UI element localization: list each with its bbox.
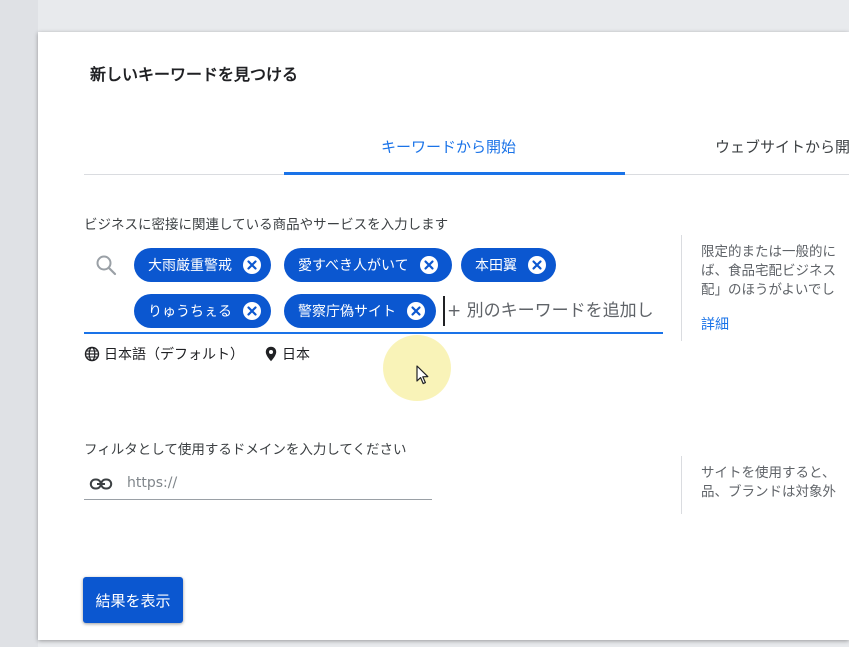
- close-circle-icon[interactable]: [419, 255, 439, 275]
- domain-url-input[interactable]: [127, 471, 427, 495]
- keyword-chip-label: 愛すべき人がいて: [298, 258, 409, 274]
- mouse-pointer-icon: [416, 365, 429, 385]
- location-pin-icon: [265, 346, 277, 362]
- help-line: ば、食品宅配ビジネス: [701, 263, 836, 279]
- language-selector[interactable]: 日本語（デフォルト）: [84, 344, 244, 364]
- help-line: サイトを使用すると、: [701, 465, 836, 481]
- tab-start-with-keywords[interactable]: キーワードから開始: [381, 136, 516, 157]
- keyword-chip[interactable]: りゅうちぇる: [134, 294, 271, 328]
- keyword-chip-label: 大雨厳重警戒: [148, 258, 232, 274]
- dialog-title: 新しいキーワードを見つける: [90, 65, 299, 84]
- help-line: 限定的または一般的に: [701, 244, 836, 260]
- keyword-chip-label: りゅうちぇる: [148, 304, 232, 320]
- help-divider: [681, 456, 682, 514]
- keyword-chip-label: 警察庁偽サイト: [298, 304, 396, 320]
- add-keyword-input[interactable]: [443, 296, 671, 326]
- close-circle-icon[interactable]: [242, 255, 262, 275]
- keyword-chip[interactable]: 本田翼: [461, 248, 556, 282]
- link-icon: [89, 478, 113, 490]
- help-divider: [681, 235, 682, 341]
- show-results-button[interactable]: 結果を表示: [83, 577, 183, 623]
- active-tab-indicator: [284, 172, 625, 175]
- keyword-input-underline: [84, 332, 663, 334]
- keyword-chip-label: 本田翼: [475, 258, 517, 274]
- learn-more-link[interactable]: 詳細: [701, 314, 729, 334]
- location-label: 日本: [282, 347, 310, 363]
- domain-field-label: フィルタとして使用するドメインを入力してください: [84, 442, 407, 458]
- keyword-planner-dialog: 新しいキーワードを見つける キーワードから開始 ウェブサイトから開始 ビジネスに…: [38, 32, 849, 640]
- keyword-chip[interactable]: 愛すべき人がいて: [284, 248, 452, 282]
- close-circle-icon[interactable]: [242, 301, 262, 321]
- domain-input-underline: [84, 499, 432, 500]
- language-label: 日本語（デフォルト）: [104, 347, 244, 363]
- keyword-chip[interactable]: 大雨厳重警戒: [134, 248, 271, 282]
- close-circle-icon[interactable]: [527, 255, 547, 275]
- keyword-chip[interactable]: 警察庁偽サイト: [284, 294, 436, 328]
- domain-help-text: サイトを使用すると、 品、ブランドは対象外: [701, 464, 849, 502]
- keywords-help-text: 限定的または一般的に ば、食品宅配ビジネス 配」のほうがよいでし: [701, 243, 849, 300]
- background-page: [0, 0, 38, 647]
- close-circle-icon[interactable]: [406, 301, 426, 321]
- help-line: 品、ブランドは対象外: [701, 484, 836, 500]
- search-icon: [96, 255, 117, 276]
- help-line: 配」のほうがよいでし: [701, 282, 835, 298]
- tab-start-with-website[interactable]: ウェブサイトから開始: [715, 136, 849, 157]
- keywords-field-label: ビジネスに密接に関連している商品やサービスを入力します: [84, 217, 449, 233]
- location-selector[interactable]: 日本: [264, 344, 310, 364]
- globe-icon: [84, 346, 100, 362]
